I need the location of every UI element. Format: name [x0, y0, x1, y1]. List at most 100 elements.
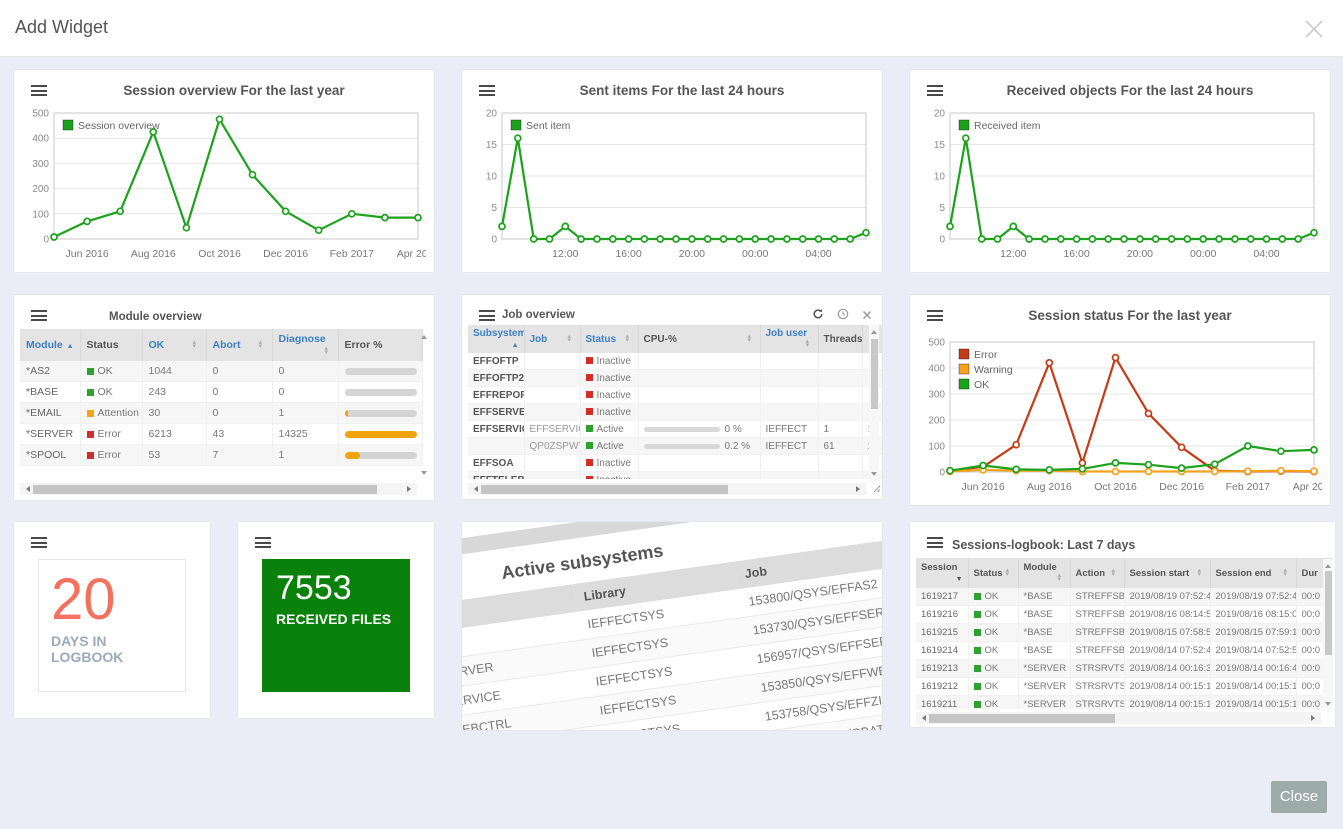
- status-square-icon: [974, 683, 981, 690]
- column-header[interactable]: Action: [1070, 558, 1124, 588]
- clock-icon[interactable]: [837, 307, 849, 325]
- menu-icon[interactable]: [927, 537, 944, 549]
- svg-text:0: 0: [43, 235, 49, 246]
- svg-text:00:00: 00:00: [742, 248, 768, 260]
- table-row: 1619216 OK *BASE STREFFSBS 2019/08/16 08…: [916, 606, 1332, 624]
- widget-days-in-logbook[interactable]: 20 DAYS IN LOGBOOK: [14, 522, 210, 718]
- svg-text:Jun 2016: Jun 2016: [65, 248, 108, 260]
- sort-icon[interactable]: [259, 339, 266, 351]
- module-table: ModuleStatusOKAbortDiagnoseError % *AS2 …: [20, 329, 428, 478]
- column-header[interactable]: Status: [968, 558, 1018, 588]
- status-square-icon: [586, 391, 593, 398]
- sort-icon[interactable]: [748, 334, 755, 345]
- widget-session-overview[interactable]: Session overview For the last year 01002…: [14, 70, 434, 272]
- menu-icon[interactable]: [479, 310, 496, 322]
- widget-sent-items[interactable]: Sent items For the last 24 hours 0510152…: [462, 70, 882, 272]
- widget-received-objects[interactable]: Received objects For the last 24 hours 0…: [910, 70, 1330, 272]
- session-overview-chart: 0100200300400500Jun 2016Aug 2016Oct 2016…: [22, 108, 426, 271]
- svg-text:Feb 2017: Feb 2017: [1226, 481, 1271, 493]
- menu-icon[interactable]: [31, 537, 48, 549]
- sort-icon[interactable]: [512, 339, 519, 350]
- column-header[interactable]: Module: [20, 329, 80, 361]
- horizontal-scrollbar[interactable]: [20, 483, 417, 495]
- sort-icon[interactable]: [1006, 568, 1013, 579]
- vertical-scrollbar[interactable]: [1323, 559, 1333, 711]
- svg-text:10: 10: [934, 172, 946, 183]
- sort-icon[interactable]: [1198, 568, 1205, 579]
- column-header[interactable]: Threads: [818, 325, 862, 353]
- horizontal-scrollbar[interactable]: [468, 483, 866, 495]
- column-header[interactable]: Status: [80, 329, 142, 361]
- column-header[interactable]: Job: [524, 325, 580, 353]
- sort-icon[interactable]: [67, 339, 74, 351]
- column-header[interactable]: Diagnose: [272, 329, 338, 361]
- sort-icon[interactable]: [626, 334, 633, 345]
- widget-job-overview[interactable]: Job overview SubsystemJobStatusCPU-%Job …: [462, 295, 882, 499]
- session-status-chart: 0100200300400500Jun 2016Aug 2016Oct 2016…: [918, 337, 1322, 504]
- resize-grip[interactable]: [872, 480, 881, 498]
- rotated-preview: Active subsystems NameLibraryJob EFFAS2 …: [462, 522, 882, 730]
- table-row: EFFSERVICE EFFSERVICE Active 0 % IEFFECT…: [468, 421, 882, 438]
- scrollbar-thumb[interactable]: [33, 485, 377, 494]
- svg-text:04:00: 04:00: [1253, 248, 1279, 260]
- svg-text:400: 400: [928, 364, 945, 375]
- column-header[interactable]: Abort: [206, 329, 272, 361]
- column-header[interactable]: Session start: [1124, 558, 1210, 588]
- close-widget-icon[interactable]: [862, 307, 872, 325]
- sort-icon[interactable]: [956, 573, 963, 584]
- status-square-icon: [586, 459, 593, 466]
- widget-session-status[interactable]: Session status For the last year 0100200…: [910, 295, 1330, 505]
- column-header[interactable]: Status: [580, 325, 638, 353]
- table-row: 1619213 OK *SERVER STRSRVTSK 2019/08/14 …: [916, 660, 1332, 678]
- scrollbar-thumb[interactable]: [481, 485, 728, 494]
- horizontal-scrollbar[interactable]: [916, 712, 1321, 724]
- sort-icon[interactable]: [193, 339, 200, 351]
- svg-text:00:00: 00:00: [1190, 248, 1216, 260]
- table-row: EFFOFTP Inactive: [468, 353, 882, 370]
- logbook-table: SessionStatusModuleActionSession startSe…: [916, 558, 1335, 709]
- sort-icon[interactable]: [325, 345, 332, 357]
- menu-icon[interactable]: [31, 310, 48, 322]
- big-number-label: RECEIVED FILES: [276, 611, 410, 627]
- error-percent-bar: [345, 389, 417, 396]
- dialog-title: Add Widget: [15, 17, 108, 38]
- column-header[interactable]: Session: [916, 558, 968, 588]
- scrollbar-thumb[interactable]: [929, 714, 1115, 723]
- column-header[interactable]: OK: [142, 329, 206, 361]
- vertical-scrollbar[interactable]: [419, 330, 429, 480]
- error-percent-bar: [345, 368, 417, 375]
- sort-icon[interactable]: [1058, 573, 1065, 584]
- column-header[interactable]: Module: [1018, 558, 1070, 588]
- close-icon[interactable]: [1301, 16, 1327, 42]
- number-panel: 20 DAYS IN LOGBOOK: [38, 559, 186, 692]
- widget-sessions-logbook[interactable]: Sessions-logbook: Last 7 days SessionSta…: [910, 522, 1335, 727]
- sort-icon[interactable]: [806, 339, 813, 350]
- menu-icon[interactable]: [255, 537, 272, 549]
- column-header[interactable]: CPU-%: [638, 325, 760, 353]
- status-square-icon: [586, 374, 593, 381]
- vertical-scrollbar[interactable]: [869, 325, 879, 481]
- table-row: 1619212 OK *SERVER STRSRVTSK 2019/08/14 …: [916, 678, 1332, 696]
- widget-title: Session status For the last year: [940, 308, 1320, 323]
- widget-module-overview[interactable]: Module overview ModuleStatusOKAbortDiagn…: [14, 295, 434, 500]
- sort-icon[interactable]: [1284, 568, 1291, 579]
- table-row: *SPOOL Error 53 7 1: [20, 445, 422, 466]
- column-header[interactable]: Subsystem: [468, 325, 524, 353]
- widget-active-subsystems[interactable]: Active subsystems NameLibraryJob EFFAS2 …: [462, 522, 882, 730]
- refresh-icon[interactable]: [812, 307, 824, 325]
- scrollbar-thumb[interactable]: [871, 339, 878, 409]
- widget-received-files[interactable]: 7553 RECEIVED FILES: [238, 522, 434, 718]
- svg-text:400: 400: [32, 134, 49, 145]
- status-square-icon: [974, 647, 981, 654]
- sort-icon[interactable]: [568, 334, 575, 345]
- table-row: *AS2 OK 1044 0 0: [20, 361, 422, 382]
- error-percent-bar: [345, 410, 417, 417]
- svg-text:20: 20: [934, 109, 946, 120]
- column-header[interactable]: Job user: [760, 325, 818, 353]
- sort-icon[interactable]: [1112, 568, 1119, 579]
- svg-text:10: 10: [486, 172, 498, 183]
- close-button[interactable]: Close: [1271, 781, 1327, 813]
- column-header[interactable]: Error %: [338, 329, 422, 361]
- scrollbar-thumb[interactable]: [1325, 571, 1332, 655]
- column-header[interactable]: Session end: [1210, 558, 1296, 588]
